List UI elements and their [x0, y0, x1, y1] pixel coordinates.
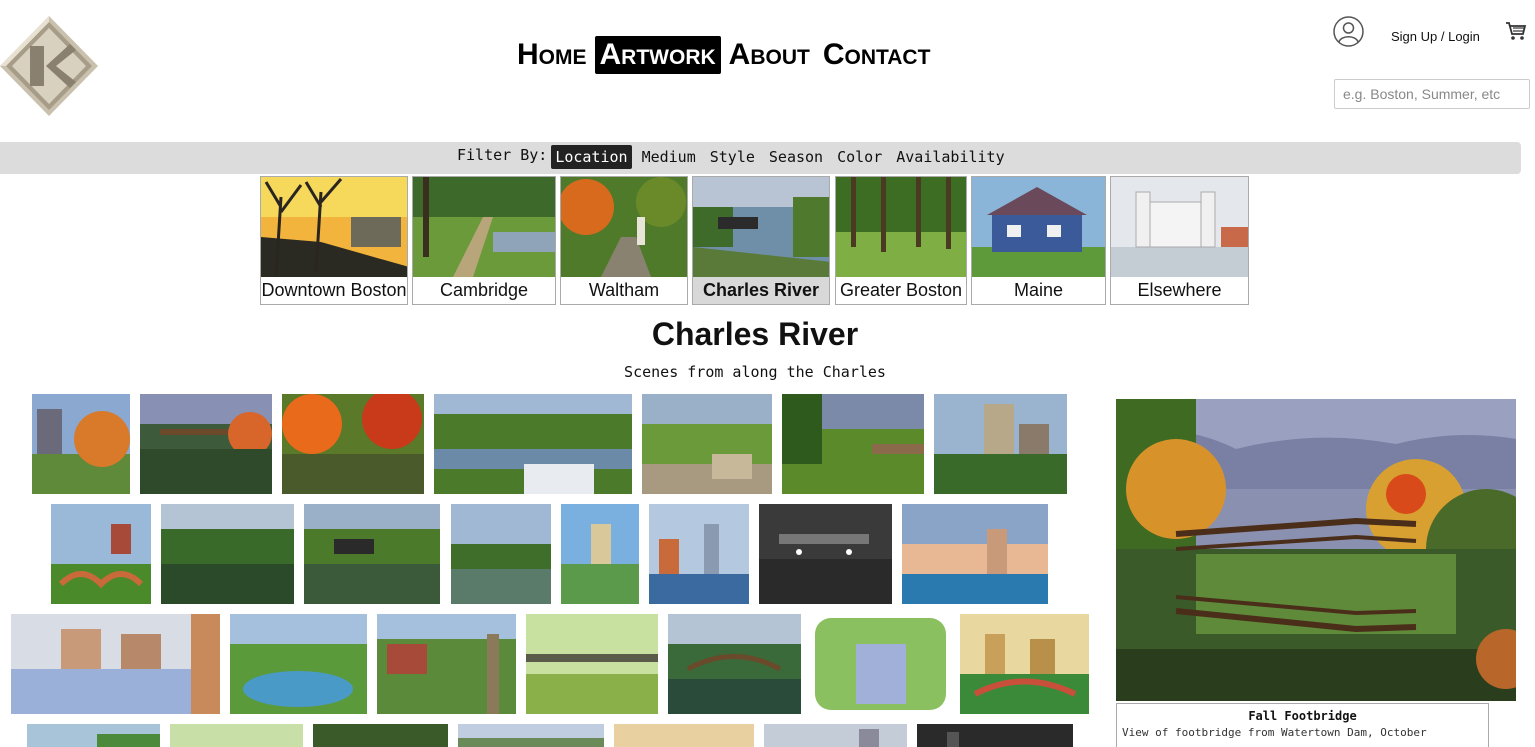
featured-title: Fall Footbridge	[1248, 709, 1357, 723]
location-thumbnail	[693, 177, 829, 277]
section-subtitle: Scenes from along the Charles	[624, 363, 886, 381]
artwork-thumbnail[interactable]	[614, 724, 754, 747]
artwork-thumbnail[interactable]	[902, 504, 1048, 604]
location-thumbnail	[1111, 177, 1248, 277]
artwork-thumbnail[interactable]	[434, 394, 632, 494]
location-label: Cambridge	[439, 280, 529, 300]
location-label: Maine	[1013, 280, 1064, 300]
filter-label: Filter By:	[457, 146, 548, 164]
search-input[interactable]	[1334, 79, 1530, 109]
nav-about[interactable]: About	[724, 36, 815, 74]
filter-location[interactable]: Location	[551, 145, 632, 169]
featured-description: View of footbridge from Watertown Dam, O…	[1122, 726, 1427, 739]
location-label: Greater Boston	[839, 280, 963, 300]
artwork-thumbnail[interactable]	[161, 504, 294, 604]
artwork-thumbnail[interactable]	[230, 614, 367, 714]
artwork-thumbnail[interactable]	[759, 504, 892, 604]
artwork-thumbnail[interactable]	[377, 614, 516, 714]
artwork-thumbnail[interactable]	[140, 394, 272, 494]
artwork-thumbnail[interactable]	[917, 724, 1073, 747]
artwork-thumbnail[interactable]	[451, 504, 551, 604]
artwork-thumbnail[interactable]	[934, 394, 1067, 494]
featured-caption: Fall Footbridge View of footbridge from …	[1116, 703, 1489, 747]
main-nav: Home Artwork About Contact	[512, 36, 938, 74]
cart-icon[interactable]	[1505, 20, 1527, 42]
location-maine[interactable]: Maine	[971, 176, 1106, 305]
location-label: Charles River	[702, 280, 820, 300]
filter-style[interactable]: Style	[706, 145, 759, 169]
artwork-thumbnail[interactable]	[668, 614, 801, 714]
artwork-thumbnail[interactable]	[282, 394, 424, 494]
artwork-thumbnail[interactable]	[458, 724, 604, 747]
location-thumbnail	[836, 177, 966, 277]
location-label: Waltham	[588, 280, 660, 300]
filter-availability[interactable]: Availability	[892, 145, 1008, 169]
artwork-thumbnail[interactable]	[11, 614, 220, 714]
user-icon[interactable]	[1333, 16, 1364, 47]
artwork-thumbnail[interactable]	[649, 504, 749, 604]
artwork-thumbnail[interactable]	[304, 504, 440, 604]
location-charles-river[interactable]: Charles River	[692, 176, 830, 305]
location-thumbnail	[561, 177, 687, 277]
featured-artwork[interactable]	[1116, 399, 1516, 701]
location-elsewhere[interactable]: Elsewhere	[1110, 176, 1249, 305]
filter-medium[interactable]: Medium	[638, 145, 700, 169]
location-greater-boston[interactable]: Greater Boston	[835, 176, 967, 305]
filter-season[interactable]: Season	[765, 145, 827, 169]
artwork-thumbnail[interactable]	[32, 394, 130, 494]
artwork-thumbnail[interactable]	[764, 724, 907, 747]
filter-options: Filter By: Location Medium Style Season …	[457, 145, 1015, 169]
nav-artwork[interactable]: Artwork	[594, 36, 721, 74]
artwork-thumbnail[interactable]	[960, 614, 1089, 714]
location-label: Elsewhere	[1137, 280, 1222, 300]
site-logo[interactable]	[0, 16, 98, 116]
artwork-thumbnail[interactable]	[642, 394, 772, 494]
location-thumbnail	[413, 177, 555, 277]
nav-home[interactable]: Home	[512, 36, 592, 74]
location-waltham[interactable]: Waltham	[560, 176, 688, 305]
location-label: Downtown Boston	[261, 280, 407, 300]
artwork-thumbnail[interactable]	[51, 504, 151, 604]
artwork-thumbnail[interactable]	[561, 504, 639, 604]
artwork-thumbnail[interactable]	[782, 394, 924, 494]
filter-color[interactable]: Color	[833, 145, 886, 169]
artwork-thumbnail[interactable]	[313, 724, 448, 747]
artwork-thumbnail[interactable]	[170, 724, 303, 747]
signup-login-link[interactable]: Sign Up / Login	[1391, 29, 1480, 44]
artwork-thumbnail[interactable]	[526, 614, 658, 714]
artwork-thumbnail[interactable]	[811, 614, 950, 714]
section-title: Charles River	[651, 316, 859, 352]
location-thumbnail	[972, 177, 1105, 277]
nav-contact[interactable]: Contact	[818, 36, 936, 74]
artwork-thumbnail[interactable]	[27, 724, 160, 747]
location-downtown-boston[interactable]: Downtown Boston	[260, 176, 408, 305]
location-thumbnail	[261, 177, 407, 277]
location-cambridge[interactable]: Cambridge	[412, 176, 556, 305]
